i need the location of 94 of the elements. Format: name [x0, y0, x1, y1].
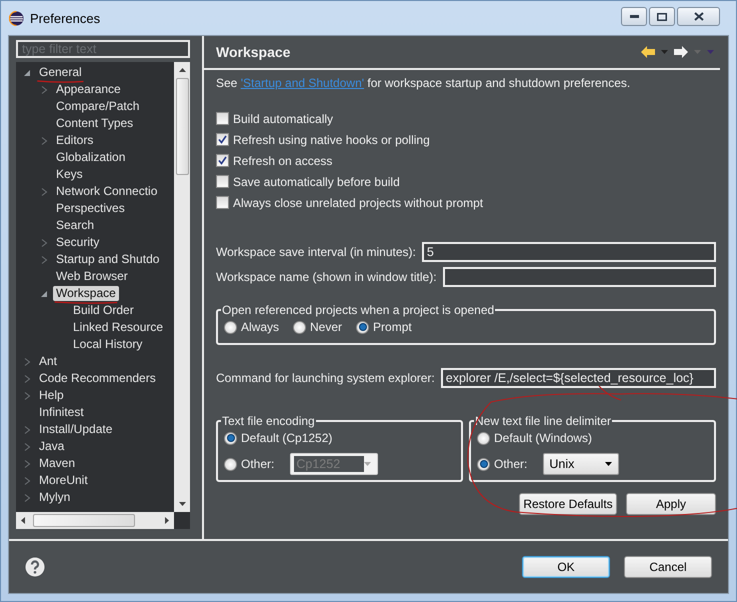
checkbox-label: Refresh on access: [233, 154, 332, 168]
group-title: New text file line delimiter: [474, 414, 612, 428]
close-button[interactable]: [677, 7, 720, 26]
maximize-button[interactable]: [649, 7, 675, 26]
tree-item[interactable]: MoreUnit: [36, 473, 91, 488]
radio-label: Other:: [494, 457, 528, 471]
input-field[interactable]: [442, 266, 716, 286]
horizontal-scrollbar[interactable]: [16, 512, 174, 529]
tree-item[interactable]: Compare/Patch: [53, 99, 142, 114]
maximize-icon: [657, 12, 667, 20]
tree-item[interactable]: Editors: [53, 133, 96, 148]
tree-item[interactable]: Java: [36, 439, 68, 454]
collapse-arrow-icon[interactable]: [24, 68, 30, 76]
group-title: Text file encoding: [221, 414, 316, 428]
radio-label: Other:: [241, 457, 274, 471]
forward-arrow-icon: [674, 46, 688, 58]
radio-button[interactable]: [224, 432, 237, 444]
caret-icon: [364, 462, 372, 466]
checkbox[interactable]: [216, 112, 229, 125]
checkbox[interactable]: [216, 154, 229, 167]
radio-label: Always: [241, 320, 280, 334]
checkbox[interactable]: [216, 196, 229, 209]
scroll-up-icon[interactable]: [178, 68, 186, 72]
tree-item[interactable]: Search: [53, 218, 98, 233]
scribble-underline: [54, 301, 118, 304]
action-button[interactable]: Apply: [626, 493, 716, 515]
checkbox-label: Refresh using native hooks or polling: [233, 132, 430, 146]
scrollbar-thumb[interactable]: [33, 514, 135, 527]
radio-button[interactable]: [477, 432, 490, 444]
minimize-icon: [630, 15, 638, 18]
tree-item[interactable]: Globalization: [53, 150, 128, 165]
radio-label: Never: [310, 320, 342, 334]
forward-button[interactable]: [674, 46, 688, 58]
intro-text: See 'Startup and Shutdown' for workspace startup and shutdown preferences.: [216, 76, 632, 90]
radio-button[interactable]: [477, 458, 490, 470]
tree-item[interactable]: Startup and Shutdo: [53, 252, 162, 267]
checkbox[interactable]: [216, 175, 229, 188]
caret-icon: [661, 50, 668, 54]
window-title: Preferences: [30, 10, 102, 26]
radio-label: Default (Cp1252): [241, 431, 332, 445]
checkbox[interactable]: [216, 133, 229, 146]
dialog-button[interactable]: Cancel: [624, 556, 712, 578]
tree-item[interactable]: Local History: [70, 337, 146, 352]
tree-item[interactable]: Appearance: [53, 82, 124, 97]
radio-button[interactable]: [356, 320, 370, 334]
close-icon: [694, 12, 704, 21]
tree-item[interactable]: Help: [36, 388, 67, 403]
tree-item[interactable]: Perspectives: [53, 201, 128, 216]
collapse-arrow-icon[interactable]: [40, 290, 48, 298]
tree-item[interactable]: Mylyn: [36, 490, 74, 505]
radio-button[interactable]: [224, 320, 237, 334]
radio-button[interactable]: [293, 320, 306, 334]
scribble-underline: [37, 80, 84, 83]
checkbox-label: Always close unrelated projects without prompt: [233, 196, 484, 210]
scrollbar-thumb[interactable]: [176, 78, 188, 175]
app-logo-icon: [9, 10, 24, 26]
back-arrow-icon: [641, 46, 655, 58]
tree-item[interactable]: Build Order: [70, 303, 137, 318]
checkbox-label: Build automatically: [233, 112, 334, 126]
dialog-button[interactable]: OK: [522, 556, 610, 578]
tree-item[interactable]: Network Connectio: [53, 184, 160, 199]
tree-item[interactable]: Keys: [53, 167, 86, 182]
tree-item[interactable]: Web Browser: [53, 269, 131, 284]
tree-item[interactable]: Code Recommenders: [36, 371, 159, 386]
tree-item[interactable]: Workspace: [53, 286, 119, 301]
scroll-left-icon[interactable]: [21, 517, 25, 524]
checkbox-label: Save automatically before build: [233, 174, 400, 188]
radio-label: Prompt: [373, 320, 412, 334]
vertical-scrollbar[interactable]: [174, 62, 190, 512]
back-button[interactable]: [641, 46, 655, 58]
radio-button[interactable]: [224, 458, 237, 470]
tree-item[interactable]: General: [36, 65, 85, 80]
tree-item[interactable]: Content Types: [53, 116, 136, 131]
dropdown[interactable]: Unix: [543, 453, 620, 475]
field-label: Workspace save interval (in minutes):: [216, 244, 416, 258]
tree-item[interactable]: Maven: [36, 456, 78, 471]
minimize-button[interactable]: [621, 7, 647, 26]
tree-item[interactable]: Linked Resource: [70, 320, 166, 335]
tree-item[interactable]: Install/Update: [36, 422, 116, 437]
field-label: Command for launching system explorer:: [216, 370, 435, 384]
scroll-down-icon[interactable]: [178, 502, 186, 506]
caret-icon: [605, 462, 612, 466]
input-field[interactable]: explorer /E,/select=${selected_resource_loc}: [440, 368, 716, 388]
tree-item[interactable]: Security: [53, 235, 102, 250]
help-icon[interactable]: [25, 557, 45, 577]
tree-item[interactable]: Ant: [36, 354, 60, 369]
page-title: Workspace: [216, 44, 292, 60]
action-button[interactable]: Restore Defaults: [519, 493, 617, 515]
radio-label: Default (Windows): [494, 431, 592, 445]
group-title: Open referenced projects when a project is opened: [221, 303, 496, 317]
tree-item[interactable]: Infinitest: [36, 405, 87, 420]
field-label: Workspace name (shown in window title):: [216, 270, 437, 284]
input-field[interactable]: 5: [422, 242, 716, 262]
scroll-right-icon[interactable]: [165, 517, 169, 524]
